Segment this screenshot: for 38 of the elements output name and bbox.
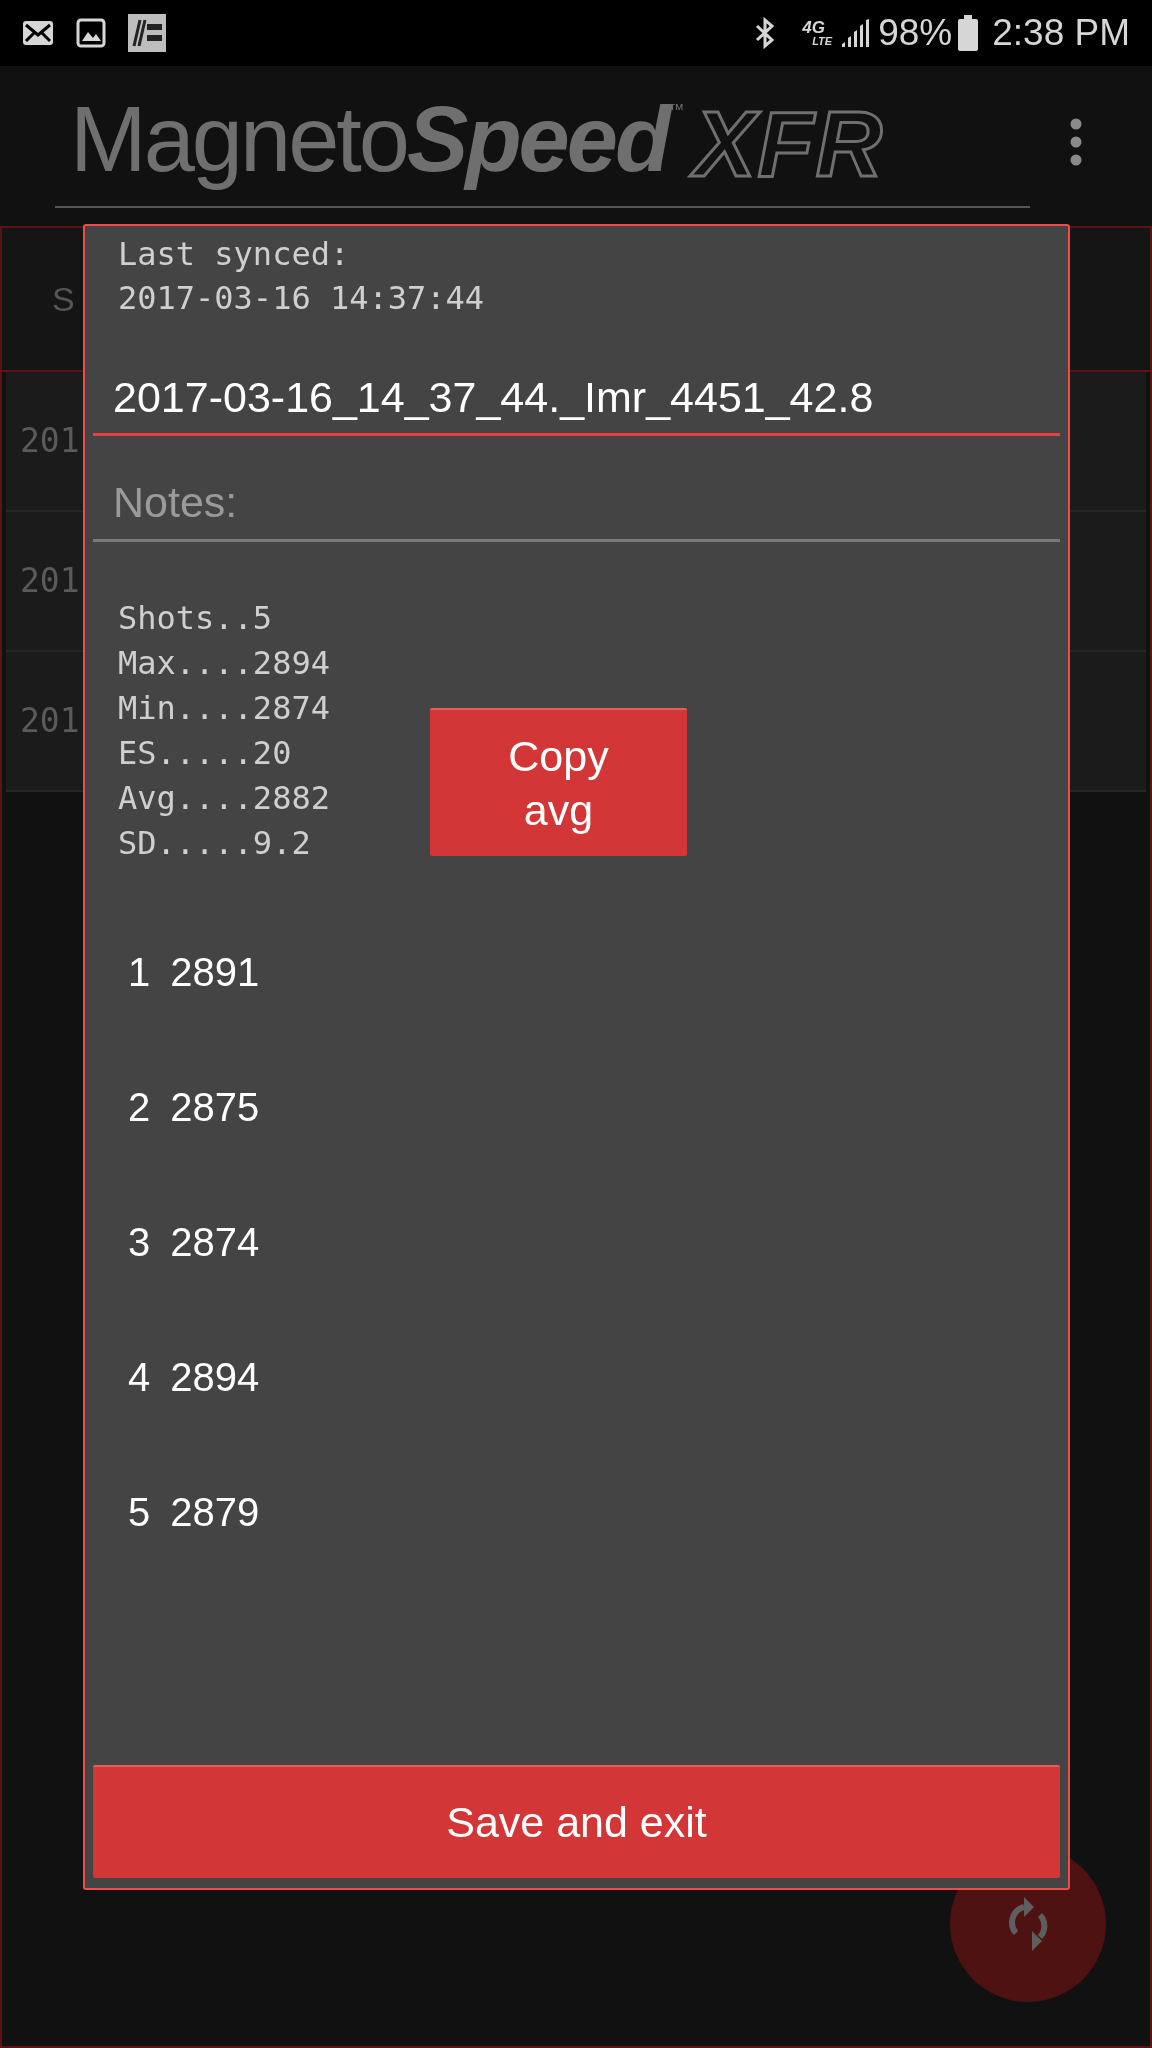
battery-icon	[958, 15, 979, 51]
battery-percent: 98%	[878, 11, 953, 56]
mail-icon	[22, 20, 54, 46]
stat-line: Max....2894	[118, 643, 331, 684]
logo-suffix: XFR	[688, 84, 901, 204]
shot-velocity: 2875	[170, 1083, 260, 1131]
clock: 2:38 PM	[992, 11, 1130, 56]
tab-label[interactable]: S	[52, 273, 75, 325]
last-synced-value: 2017-03-16 14:37:44	[118, 278, 486, 319]
row-text: 201	[20, 420, 80, 463]
signal-icon	[840, 18, 871, 48]
shot-velocity: 2874	[170, 1218, 260, 1266]
notes-field[interactable]: Notes:	[93, 466, 1060, 542]
stat-line: SD.....9.2	[118, 823, 312, 864]
save-and-exit-button[interactable]: Save and exit	[93, 1765, 1060, 1878]
network-subtype: LTE	[812, 36, 833, 47]
name-field[interactable]: 2017-03-16_14_37_44._Imr_4451_42.8	[93, 362, 1060, 436]
more-options-icon[interactable]	[1070, 118, 1082, 166]
shot-velocity: 2891	[170, 948, 260, 996]
stat-line: Shots..5	[118, 598, 274, 639]
shot-number: 1	[128, 948, 151, 996]
last-synced-label: Last synced:	[118, 234, 351, 275]
bluetooth-icon	[754, 17, 777, 49]
copy-avg-button[interactable]: Copy avg	[430, 708, 687, 856]
image-icon	[76, 18, 106, 48]
stat-line: Min....2874	[118, 688, 331, 729]
shot-number: 2	[128, 1083, 151, 1131]
shot-number: 5	[128, 1488, 151, 1536]
row-text: 201	[20, 560, 80, 603]
stat-line: Avg....2882	[118, 778, 331, 819]
shot-number: 4	[128, 1353, 151, 1401]
shot-velocity: 2894	[170, 1353, 260, 1401]
shot-velocity: 2879	[170, 1488, 260, 1536]
news-app-icon	[128, 14, 166, 52]
network-type: 4G	[802, 19, 826, 36]
shot-number: 3	[128, 1218, 151, 1266]
stat-line: ES.....20	[118, 733, 293, 774]
row-text: 201	[20, 700, 80, 743]
